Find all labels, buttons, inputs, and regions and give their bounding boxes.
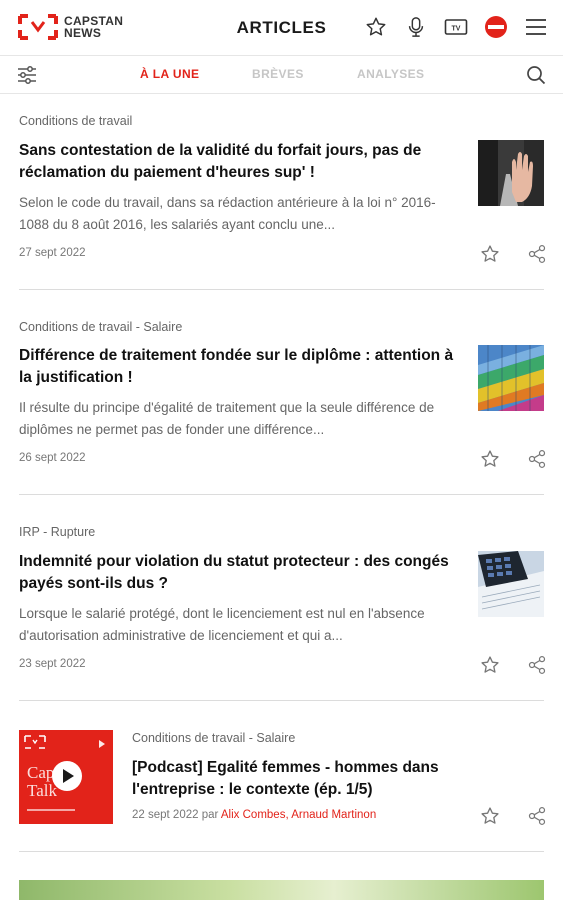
news-badge-icon — [485, 16, 507, 38]
news-badge-button[interactable] — [483, 14, 509, 40]
menu-button[interactable] — [523, 14, 549, 40]
share-icon[interactable] — [527, 806, 547, 826]
capstan-talk-cover: Capstan Talk — [19, 730, 113, 824]
article-excerpt: Selon le code du travail, dans sa rédact… — [19, 195, 436, 232]
svg-text:Talk: Talk — [27, 781, 57, 800]
microphone-icon — [408, 17, 424, 37]
article-category: Conditions de travail — [19, 114, 133, 128]
article-thumbnail[interactable] — [478, 551, 544, 617]
bookmark-star-icon[interactable] — [480, 655, 500, 675]
share-icon[interactable] — [527, 244, 547, 264]
divider — [19, 289, 544, 290]
bookmark-star-icon[interactable] — [480, 806, 500, 826]
colorful-building-image — [478, 345, 544, 411]
logo-line2: NEWS — [64, 26, 102, 40]
article-excerpt: Il résulte du principe d'égalité de trai… — [19, 400, 435, 437]
article-date: 27 sept 2022 — [19, 247, 86, 259]
capstan-news-logo[interactable]: CAPSTAN NEWS — [18, 14, 123, 40]
star-icon — [366, 17, 386, 36]
filter-icon[interactable] — [16, 64, 38, 86]
podcast-title[interactable]: [Podcast] Egalité femmes - hommes dans l… — [132, 757, 472, 801]
search-icon[interactable] — [525, 64, 547, 86]
tv-button[interactable]: TV — [443, 14, 469, 40]
calculator-image — [478, 551, 544, 617]
divider — [19, 494, 544, 495]
share-icon[interactable] — [527, 655, 547, 675]
tab-bar: À LA UNE BRÈVES ANALYSES — [0, 56, 563, 94]
tab-analyses[interactable]: ANALYSES — [357, 67, 424, 81]
logo-mark-icon — [18, 14, 58, 40]
article-category: IRP - Rupture — [19, 525, 96, 539]
podcast-thumbnail[interactable]: Capstan Talk — [19, 730, 113, 824]
svg-text:TV: TV — [452, 26, 461, 33]
article-title[interactable]: Indemnité pour violation du statut prote… — [19, 551, 464, 595]
divider — [19, 851, 544, 852]
podcast-date: 22 sept 2022 par — [132, 809, 219, 821]
podcast-byline: 22 sept 2022 par Alix Combes, Arnaud Mar… — [132, 809, 376, 821]
app-header: CAPSTAN NEWS ARTICLES TV — [0, 0, 563, 56]
favorites-button[interactable] — [363, 14, 389, 40]
article-title[interactable]: Sans contestation de la validité du forf… — [19, 140, 464, 184]
article-category: Conditions de travail - Salaire — [19, 320, 183, 334]
share-icon[interactable] — [527, 449, 547, 469]
tab-a-la-une[interactable]: À LA UNE — [140, 67, 199, 81]
bookmark-star-icon[interactable] — [480, 244, 500, 264]
article-title[interactable]: Différence de traitement fondée sur le d… — [19, 345, 464, 389]
article-thumbnail[interactable] — [478, 140, 544, 206]
next-article-image[interactable] — [19, 880, 544, 900]
article-date: 26 sept 2022 — [19, 452, 86, 464]
divider — [19, 700, 544, 701]
hand-stop-image — [478, 140, 544, 206]
tab-breves[interactable]: BRÈVES — [252, 67, 304, 81]
article-category: Conditions de travail - Salaire — [132, 731, 296, 745]
podcast-authors[interactable]: Alix Combes, Arnaud Martinon — [221, 809, 376, 821]
podcast-button[interactable] — [403, 14, 429, 40]
article-date: 23 sept 2022 — [19, 658, 86, 670]
article-excerpt: Lorsque le salarié protégé, dont le lice… — [19, 606, 425, 643]
tv-icon: TV — [444, 19, 468, 35]
article-thumbnail[interactable] — [478, 345, 544, 411]
bookmark-star-icon[interactable] — [480, 449, 500, 469]
menu-icon — [526, 19, 546, 35]
